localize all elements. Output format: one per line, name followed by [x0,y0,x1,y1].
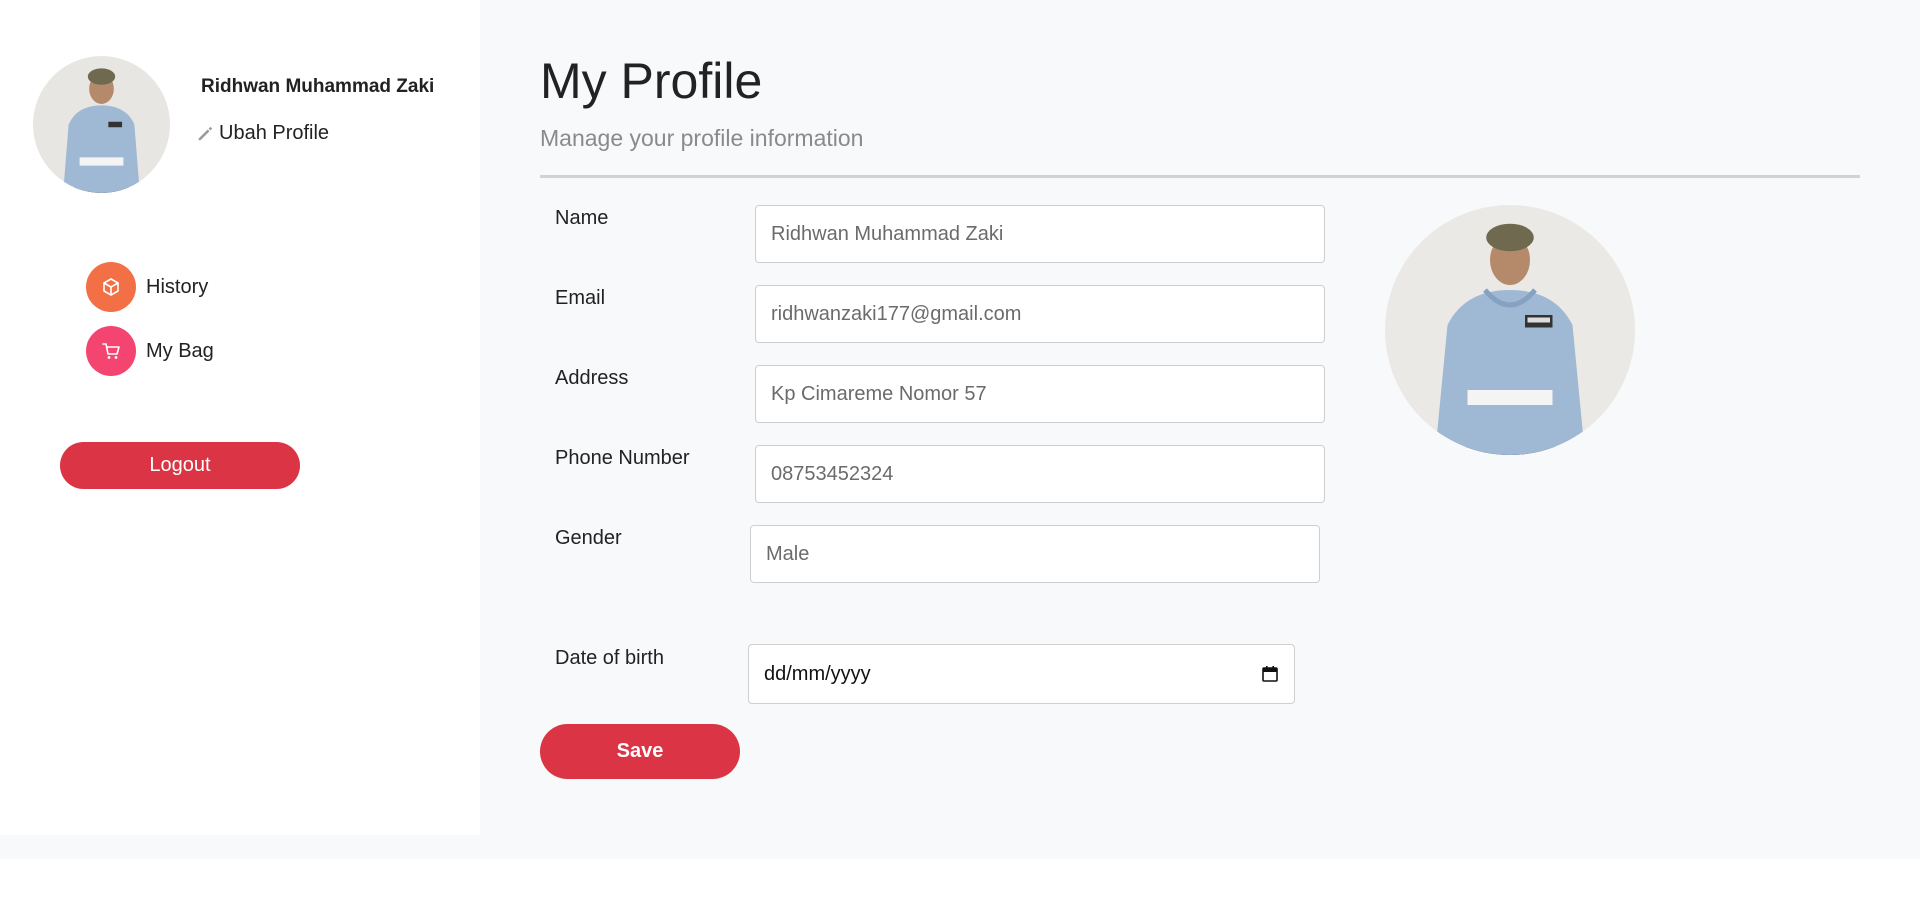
gender-label: Gender [555,527,622,549]
gender-field[interactable] [750,525,1320,583]
divider [540,175,1860,178]
name-field[interactable] [755,205,1325,263]
address-field[interactable] [755,365,1325,423]
cart-icon [86,326,136,376]
sidebar-item-history-label: History [146,275,209,298]
save-button[interactable]: Save [540,724,740,779]
address-label: Address [555,367,629,389]
logout-button[interactable]: Logout [60,442,300,489]
sidebar-item-my-bag-label: My Bag [146,339,214,362]
profile-photo[interactable] [1385,205,1635,455]
package-icon [86,262,136,312]
calendar-icon[interactable] [1261,665,1279,683]
edit-profile-label: Ubah Profile [219,122,330,144]
avatar[interactable] [33,56,170,193]
user-name: Ridhwan Muhammad Zaki [201,76,435,97]
date-of-birth-value: dd/mm/yyyy [764,662,871,685]
date-of-birth-input[interactable]: dd/mm/yyyy [748,644,1295,704]
phone-label: Phone Number [555,447,690,469]
page-title: My Profile [540,53,763,109]
email-field[interactable] [755,285,1325,343]
pencil-icon [198,126,213,140]
name-label: Name [555,207,609,229]
avatar-photo [33,56,170,193]
sidebar-item-my-bag[interactable]: My Bag [86,326,214,376]
profile-photo-image [1385,205,1635,455]
sidebar: Ridhwan Muhammad Zaki Ubah Profile Histo… [0,0,480,835]
edit-profile-link[interactable]: Ubah Profile [196,122,329,145]
email-label: Email [555,287,606,309]
dob-label: Date of birth [555,647,664,669]
page-subtitle: Manage your profile information [540,125,864,151]
phone-field[interactable] [755,445,1325,503]
sidebar-item-history[interactable]: History [86,262,208,312]
